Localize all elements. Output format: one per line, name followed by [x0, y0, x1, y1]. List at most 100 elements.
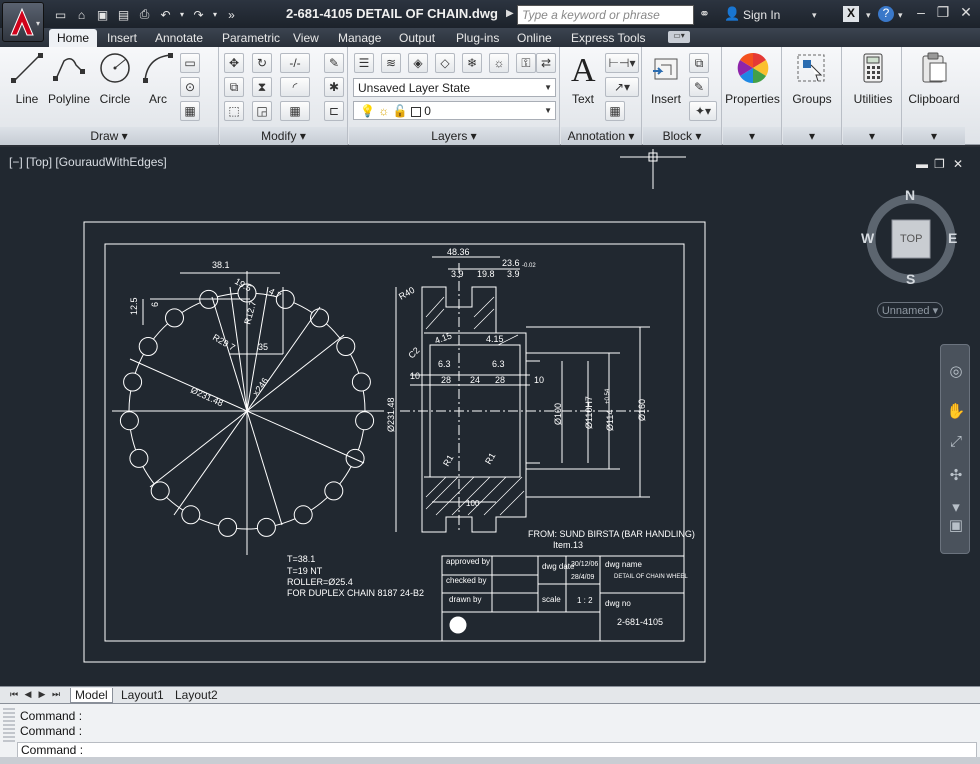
- tab-insert[interactable]: Insert: [107, 29, 137, 47]
- rotate-icon[interactable]: ↻: [252, 53, 272, 73]
- copy-icon[interactable]: ⧉: [224, 77, 244, 97]
- layers-panel-title[interactable]: Layers ▾: [349, 127, 559, 145]
- user-icon[interactable]: 👤: [724, 6, 740, 22]
- redo-icon[interactable]: ↷: [190, 6, 207, 23]
- tab-layout2[interactable]: Layout2: [171, 688, 222, 703]
- layer-freeze-icon[interactable]: ❄: [462, 53, 482, 73]
- tab-plugins[interactable]: Plug-ins: [456, 29, 499, 47]
- properties-tool[interactable]: Properties: [725, 51, 780, 106]
- utilities-dropdown-icon[interactable]: ▾: [843, 127, 901, 145]
- clipboard-tool[interactable]: Clipboard: [905, 51, 963, 106]
- layer-states-icon[interactable]: ≋: [381, 53, 401, 73]
- help-menu-icon[interactable]: ▾: [866, 10, 871, 21]
- layer-iso-icon[interactable]: ◈: [408, 53, 428, 73]
- clipboard-dropdown-icon[interactable]: ▾: [903, 127, 965, 145]
- layer-lock-icon[interactable]: ⚿: [516, 53, 536, 73]
- groups-tool[interactable]: Groups: [787, 51, 837, 106]
- utilities-tool[interactable]: Utilities: [847, 51, 899, 106]
- exchange-icon[interactable]: X: [843, 6, 859, 22]
- prev-tab-icon[interactable]: ◀: [22, 689, 34, 701]
- fillet-icon[interactable]: ◜: [280, 77, 310, 97]
- layer-dropdown[interactable]: 💡 ☼ 🔓 0 ▼: [353, 101, 556, 120]
- groups-dropdown-icon[interactable]: ▾: [783, 127, 841, 145]
- tab-online[interactable]: Online: [517, 29, 552, 47]
- close-icon[interactable]: ✕: [955, 4, 977, 24]
- leader-icon[interactable]: ↗▾: [605, 77, 639, 97]
- cad-drawing[interactable]: 38.1 12.5 6 19.5 4.7 R12.7 R29.7 35 Ø231…: [0, 147, 980, 686]
- insert-tool[interactable]: Insert: [647, 51, 685, 106]
- layer-match-icon[interactable]: ⇄: [536, 53, 556, 73]
- create-block-icon[interactable]: ⧉: [689, 53, 709, 73]
- array-icon[interactable]: ▦: [280, 101, 310, 121]
- tab-model[interactable]: Model: [70, 688, 113, 703]
- help-dropdown-icon[interactable]: ▾: [898, 10, 903, 21]
- tab-home[interactable]: Home: [49, 29, 98, 47]
- save-as-icon[interactable]: ▤: [115, 6, 132, 23]
- new-file-icon[interactable]: ▭: [52, 6, 69, 23]
- annotation-panel-title[interactable]: Annotation ▾: [561, 127, 641, 145]
- command-grip-icon[interactable]: [3, 708, 15, 744]
- text-tool[interactable]: A Text: [566, 51, 600, 106]
- offset-icon[interactable]: ⊏: [324, 101, 344, 121]
- layer-properties-icon[interactable]: ☰: [354, 53, 374, 73]
- polyline-tool[interactable]: Polyline: [47, 51, 91, 106]
- tab-express-tools[interactable]: Express Tools: [571, 29, 645, 47]
- tab-parametric[interactable]: Parametric: [222, 29, 280, 47]
- stretch-icon[interactable]: ⬚: [224, 101, 244, 121]
- save-icon[interactable]: ▣: [94, 6, 111, 23]
- erase-icon[interactable]: ✎: [324, 53, 344, 73]
- clipboard-panel[interactable]: Clipboard ▾: [903, 47, 965, 145]
- linear-dim-icon[interactable]: ⊢⊣▾: [605, 53, 639, 73]
- print-icon[interactable]: ⎙: [136, 6, 153, 23]
- last-tab-icon[interactable]: ⏭: [50, 689, 62, 701]
- block-panel-title[interactable]: Block ▾: [643, 127, 721, 145]
- ribbon-minimize-icon[interactable]: ▭▾: [668, 31, 690, 43]
- command-input[interactable]: Command :: [17, 742, 977, 758]
- utilities-panel[interactable]: Utilities ▾: [843, 47, 902, 145]
- tab-output[interactable]: Output: [399, 29, 435, 47]
- redo-dropdown-icon[interactable]: ▾: [211, 6, 219, 23]
- scale-icon[interactable]: ◲: [252, 101, 272, 121]
- first-tab-icon[interactable]: ⏮: [8, 689, 20, 701]
- layer-state-dropdown[interactable]: Unsaved Layer State ▼: [353, 78, 556, 97]
- title-arrow-icon[interactable]: ▶: [506, 8, 514, 19]
- line-tool[interactable]: Line: [10, 51, 44, 106]
- circle-tool[interactable]: Circle: [98, 51, 132, 106]
- edit-block-icon[interactable]: ✎: [689, 77, 709, 97]
- tab-annotate[interactable]: Annotate: [155, 29, 203, 47]
- move-icon[interactable]: ✥: [224, 53, 244, 73]
- tab-manage[interactable]: Manage: [338, 29, 381, 47]
- trim-icon[interactable]: -/-: [280, 53, 310, 73]
- sign-in-dropdown-icon[interactable]: ▾: [812, 10, 817, 21]
- rectangle-icon[interactable]: ▭: [180, 53, 200, 73]
- minimize-icon[interactable]: –: [910, 4, 932, 24]
- draw-panel-title[interactable]: Draw ▾: [0, 127, 218, 145]
- binoculars-icon[interactable]: ⚭: [699, 6, 710, 22]
- table-icon[interactable]: ▦: [605, 101, 625, 121]
- undo-dropdown-icon[interactable]: ▾: [178, 6, 186, 23]
- sign-in-link[interactable]: Sign In: [743, 8, 780, 22]
- arc-tool[interactable]: Arc: [141, 51, 175, 106]
- ellipse-icon[interactable]: ⊙: [180, 77, 200, 97]
- undo-icon[interactable]: ↶: [157, 6, 174, 23]
- next-tab-icon[interactable]: ▶: [36, 689, 48, 701]
- tab-layout1[interactable]: Layout1: [117, 688, 168, 703]
- search-input[interactable]: Type a keyword or phrase: [517, 5, 694, 25]
- mirror-icon[interactable]: ⧗: [252, 77, 272, 97]
- layer-unisolate-icon[interactable]: ◇: [435, 53, 455, 73]
- help-icon[interactable]: ?: [878, 6, 894, 22]
- explode-icon[interactable]: ✱: [324, 77, 344, 97]
- drawing-canvas[interactable]: [−] [Top] [GouraudWithEdges] ▬ ❐ ✕ N S E…: [0, 147, 980, 686]
- more-qat-icon[interactable]: »: [223, 6, 240, 23]
- hatch-icon[interactable]: ▦: [180, 101, 200, 121]
- properties-dropdown-icon[interactable]: ▾: [723, 127, 781, 145]
- modify-panel-title[interactable]: Modify ▾: [220, 127, 347, 145]
- restore-icon[interactable]: ❐: [932, 4, 954, 24]
- open-folder-icon[interactable]: ⌂: [73, 6, 90, 23]
- block-attributes-icon[interactable]: ✦▾: [689, 101, 717, 121]
- tab-view[interactable]: View: [293, 29, 319, 47]
- groups-panel[interactable]: Groups ▾: [783, 47, 842, 145]
- properties-panel[interactable]: Properties ▾: [723, 47, 782, 145]
- application-menu-button[interactable]: ▾: [2, 2, 44, 42]
- layer-off-icon[interactable]: ☼: [489, 53, 509, 73]
